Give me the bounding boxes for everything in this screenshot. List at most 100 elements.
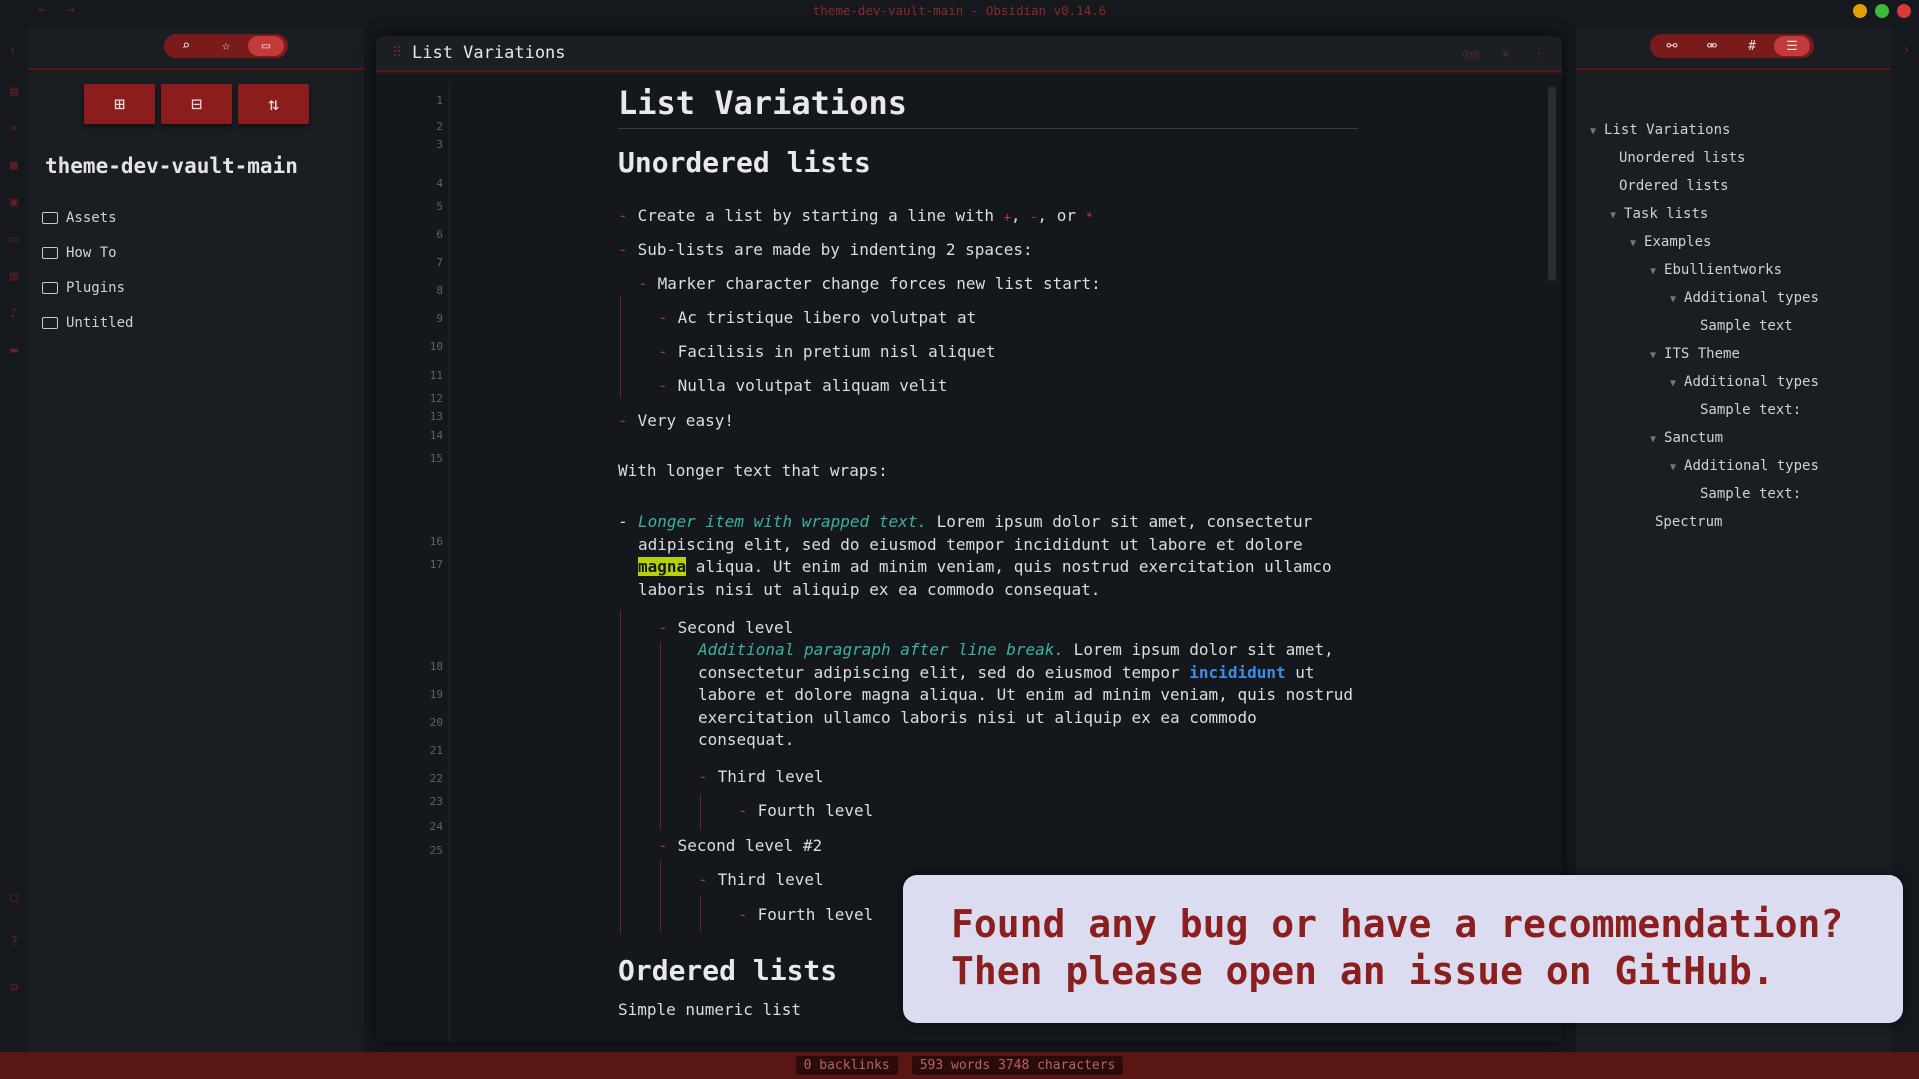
list-item: - Create a list by starting a line with +… bbox=[618, 206, 1093, 225]
more-options-icon[interactable]: ⋮ bbox=[1532, 46, 1546, 62]
list-item: - Second level #2 bbox=[658, 836, 822, 855]
outline-item[interactable]: ▼ Additional types bbox=[1670, 458, 1819, 474]
outline-item[interactable]: ▼ Examples bbox=[1630, 234, 1711, 250]
line-number: 5 bbox=[436, 200, 443, 213]
collapse-right-icon[interactable]: › bbox=[1901, 40, 1911, 59]
collapse-arrow-icon[interactable]: ▼ bbox=[1650, 434, 1656, 445]
line-number: 15 bbox=[429, 452, 443, 465]
canvas-icon[interactable]: ▥ bbox=[6, 269, 22, 285]
outgoing-links-icon[interactable]: ⚮ bbox=[1694, 36, 1730, 56]
folder-item[interactable]: How To bbox=[42, 235, 133, 270]
back-arrow-icon[interactable]: ← bbox=[38, 2, 46, 18]
collapse-arrow-icon[interactable]: ▼ bbox=[1670, 378, 1676, 389]
outline-item[interactable]: ▼ Additional types bbox=[1670, 290, 1819, 306]
outline-item[interactable]: ▼ ITS Theme bbox=[1650, 346, 1740, 362]
backlinks-icon[interactable]: ⚯ bbox=[1654, 36, 1690, 56]
line-number: 3 bbox=[436, 138, 443, 151]
tag-icon[interactable]: # bbox=[1734, 36, 1770, 56]
list-marker: - bbox=[738, 801, 748, 820]
line-number: 13 bbox=[429, 410, 443, 423]
outline-item[interactable]: Unordered lists bbox=[1619, 150, 1745, 166]
list-marker: - bbox=[618, 206, 628, 225]
folder-item[interactable]: Assets bbox=[42, 200, 133, 235]
new-folder-button[interactable]: ⊟ bbox=[161, 84, 232, 124]
line-number: 7 bbox=[436, 256, 443, 269]
collapse-arrow-icon[interactable]: ▼ bbox=[1670, 294, 1676, 305]
list-item-wrapped: Longer item with wrapped text. Lorem ips… bbox=[638, 511, 1358, 601]
minimize-button[interactable] bbox=[1853, 4, 1867, 18]
collapse-arrow-icon[interactable]: ▼ bbox=[1650, 350, 1656, 361]
outline-label: Sanctum bbox=[1664, 430, 1724, 446]
line-number: 6 bbox=[436, 228, 443, 241]
new-note-button[interactable]: ⊞ bbox=[84, 84, 155, 124]
outline-item[interactable]: Sample text bbox=[1700, 318, 1793, 334]
outline-item[interactable]: Sample text: bbox=[1700, 486, 1801, 502]
archive-icon[interactable]: ▬ bbox=[6, 343, 22, 359]
outline-icon[interactable]: ☰ bbox=[1774, 36, 1810, 56]
list-marker: - bbox=[658, 342, 668, 361]
collapse-arrow-icon[interactable]: ▼ bbox=[1590, 126, 1596, 137]
list-text: , or bbox=[1037, 206, 1086, 225]
folder-icon bbox=[42, 316, 58, 329]
collapse-arrow-icon[interactable]: ▼ bbox=[1630, 238, 1636, 249]
outline-item[interactable]: Sample text: bbox=[1700, 402, 1801, 418]
outline-item[interactable]: Spectrum bbox=[1655, 514, 1722, 530]
list-text: Third level bbox=[717, 767, 824, 786]
star-icon[interactable]: ☆ bbox=[208, 36, 244, 56]
slides-icon[interactable]: ▭ bbox=[6, 232, 22, 248]
line-number: 17 bbox=[429, 558, 443, 571]
list-text: Fourth level bbox=[757, 905, 874, 924]
list-marker: - bbox=[618, 411, 628, 430]
close-button[interactable] bbox=[1897, 4, 1911, 18]
editor-scrollbar[interactable] bbox=[1548, 86, 1556, 281]
list-marker: - bbox=[658, 618, 668, 637]
list-item: - Fourth level bbox=[738, 801, 873, 820]
reading-view-icon[interactable]: ◎◎ bbox=[1463, 46, 1480, 62]
help-icon[interactable]: ? bbox=[6, 935, 22, 951]
line-number: 8 bbox=[436, 284, 443, 297]
outline-label: List Variations bbox=[1604, 122, 1731, 138]
sort-button[interactable]: ⇅ bbox=[238, 84, 309, 124]
collapse-left-icon[interactable]: ‹ bbox=[8, 40, 18, 59]
line-number: 1 bbox=[436, 94, 443, 107]
editor-actions: ◎◎ ✕ ⋮ bbox=[1463, 46, 1546, 62]
folder-icon[interactable]: ▭ bbox=[248, 36, 284, 56]
list-text: Second level bbox=[677, 618, 794, 637]
folder-item[interactable]: Plugins bbox=[42, 270, 133, 305]
vault-switch-icon[interactable]: ▢ bbox=[6, 890, 22, 906]
editor-header: ⠿ List Variations ◎◎ ✕ ⋮ bbox=[376, 36, 1562, 72]
paragraph: Simple numeric list bbox=[618, 1000, 802, 1019]
maximize-button[interactable] bbox=[1875, 4, 1889, 18]
inline-code: * bbox=[1085, 210, 1093, 224]
outline-item[interactable]: ▼ Sanctum bbox=[1650, 430, 1723, 446]
folder-label: Plugins bbox=[66, 279, 126, 296]
search-icon[interactable]: ⌕ bbox=[168, 36, 204, 56]
outline-item[interactable]: ▼ Additional types bbox=[1670, 374, 1819, 390]
collapse-arrow-icon[interactable]: ▼ bbox=[1650, 266, 1656, 277]
forward-arrow-icon[interactable]: → bbox=[66, 2, 74, 18]
files-icon[interactable]: ▤ bbox=[6, 84, 22, 100]
drag-handle-icon[interactable]: ⠿ bbox=[382, 45, 412, 61]
settings-gear-icon[interactable]: ⚙ bbox=[6, 980, 22, 996]
list-marker: - bbox=[618, 512, 628, 531]
outline-label: Additional types bbox=[1684, 458, 1819, 474]
new-note-icon: ⊞ bbox=[114, 93, 125, 115]
backlinks-count[interactable]: 0 backlinks bbox=[795, 1056, 898, 1075]
templates-icon[interactable]: ▣ bbox=[6, 195, 22, 211]
close-icon[interactable]: ✕ bbox=[1502, 46, 1510, 62]
list-item: - Sub-lists are made by indenting 2 space… bbox=[618, 240, 1033, 259]
outline-item[interactable]: ▼ Task lists bbox=[1610, 206, 1708, 222]
internal-link[interactable]: incididunt bbox=[1189, 663, 1285, 682]
list-text: Fourth level bbox=[757, 801, 874, 820]
outline-label: Task lists bbox=[1624, 206, 1709, 222]
folder-item[interactable]: Untitled bbox=[42, 305, 133, 340]
outline-item[interactable]: ▼ Ebullientworks bbox=[1650, 262, 1782, 278]
calendar-icon[interactable]: ▦ bbox=[6, 158, 22, 174]
collapse-arrow-icon[interactable]: ▼ bbox=[1610, 210, 1616, 221]
graph-icon[interactable]: ✕ bbox=[6, 121, 22, 137]
microphone-icon[interactable]: ♪ bbox=[6, 306, 22, 322]
collapse-arrow-icon[interactable]: ▼ bbox=[1670, 462, 1676, 473]
outline-item[interactable]: ▼ List Variations bbox=[1590, 122, 1730, 138]
line-number: 22 bbox=[429, 772, 443, 785]
outline-item[interactable]: Ordered lists bbox=[1619, 178, 1729, 194]
